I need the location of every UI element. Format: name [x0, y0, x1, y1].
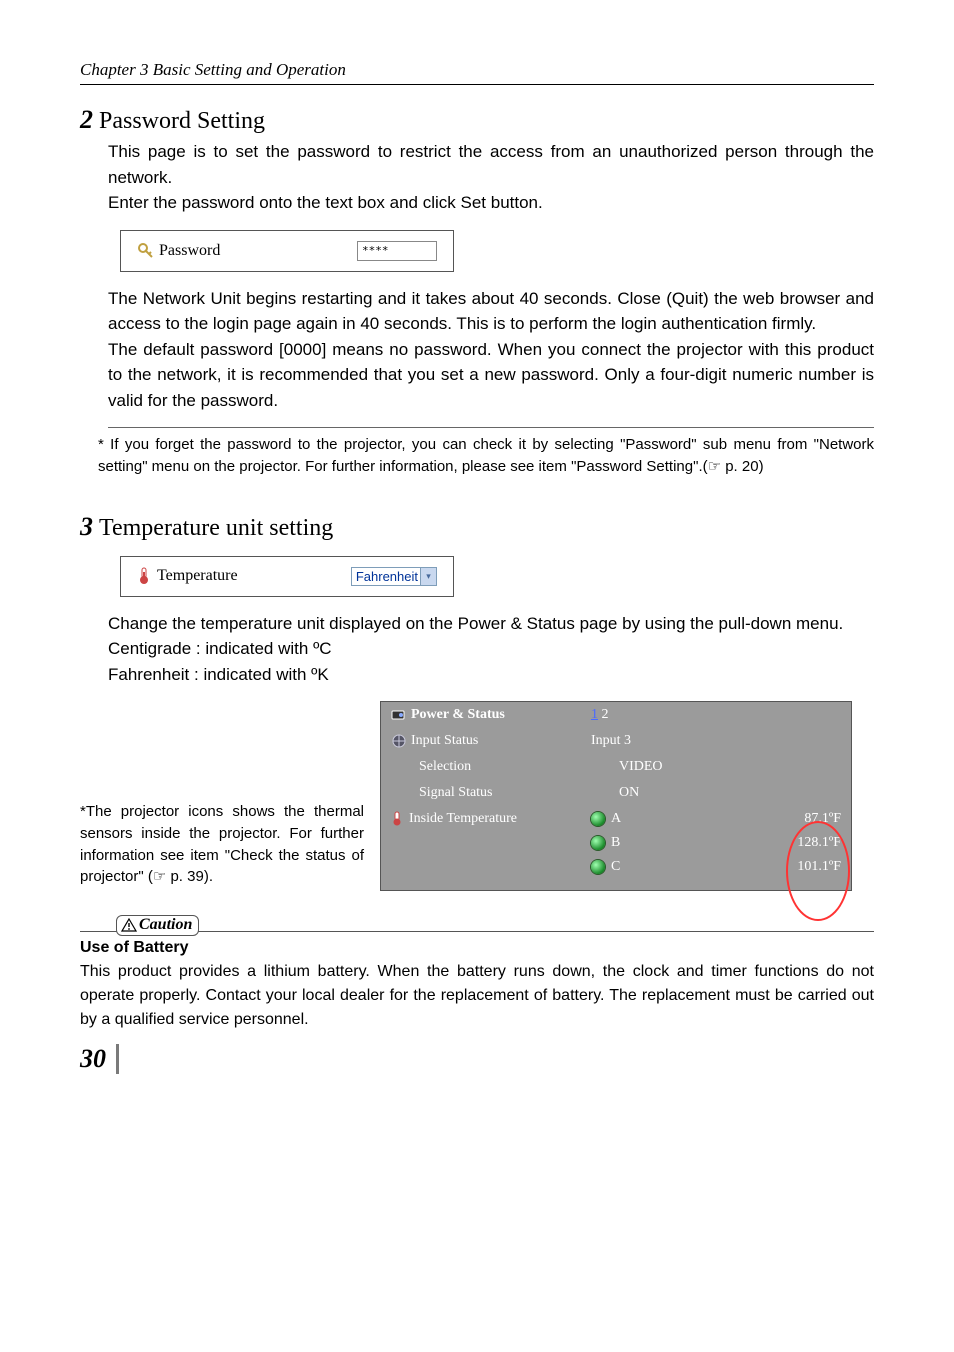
sensor-c-value: 101.1ºF	[771, 859, 841, 875]
section-2-p3: The Network Unit begins restarting and i…	[108, 286, 874, 337]
status-dot-icon	[591, 812, 605, 826]
section-2-p2: Enter the password onto the text box and…	[108, 190, 874, 216]
divider	[80, 931, 874, 932]
power-status-panel: Power & Status 1 2 Input Status Input 3 …	[380, 701, 852, 891]
selection-value: VIDEO	[619, 759, 759, 775]
section-3-p2: Centigrade : indicated with ºC	[108, 636, 874, 662]
status-dot-icon	[591, 860, 605, 874]
sensor-a-value: 87.1ºF	[771, 811, 841, 827]
inside-temp-label: Inside Temperature	[391, 811, 591, 827]
sensor-a-label: A	[611, 811, 621, 826]
temperature-label: Temperature	[137, 567, 238, 585]
caution-badge: Caution	[116, 915, 199, 936]
section-3-title: 3Temperature unit setting	[80, 512, 874, 542]
thermometer-icon	[391, 811, 405, 827]
set-button-label: Set	[460, 193, 486, 212]
chapter-header: Chapter 3 Basic Setting and Operation	[80, 60, 874, 85]
temperature-field-screenshot: Temperature Fahrenheit ▾	[120, 556, 454, 597]
sensor-c-label: C	[611, 859, 620, 874]
projector-icon	[391, 708, 407, 722]
input-status-label: Input Status	[391, 733, 591, 749]
thermometer-icon	[137, 567, 153, 585]
signal-status-label: Signal Status	[391, 785, 619, 801]
page-1-link[interactable]: 1	[591, 707, 598, 722]
key-icon	[137, 242, 155, 260]
selection-label: Selection	[391, 759, 619, 775]
password-label: Password	[137, 242, 220, 260]
section-3-number: 3	[80, 512, 93, 541]
signal-status-value: ON	[619, 785, 759, 801]
temperature-select[interactable]: Fahrenheit ▾	[351, 567, 437, 586]
divider	[108, 427, 874, 428]
panel-title: Power & Status	[391, 707, 591, 723]
globe-icon	[391, 734, 407, 748]
password-field-screenshot: Password	[120, 230, 454, 272]
password-footnote: * If you forget the password to the proj…	[98, 434, 874, 478]
chevron-down-icon: ▾	[420, 568, 436, 585]
warning-icon	[121, 918, 137, 932]
section-3-p1: Change the temperature unit displayed on…	[108, 611, 874, 637]
section-2-p4: The default password [0000] means no pas…	[108, 337, 874, 414]
battery-text: This product provides a lithium battery.…	[80, 960, 874, 1032]
section-2-title: 2Password Setting	[80, 105, 874, 135]
page-number: 30	[80, 1044, 119, 1074]
status-dot-icon	[591, 836, 605, 850]
battery-heading: Use of Battery	[80, 936, 874, 960]
input-status-value: Input 3	[591, 733, 731, 749]
sensor-b-value: 128.1ºF	[771, 835, 841, 851]
section-2-number: 2	[80, 105, 93, 134]
pager[interactable]: 1 2	[591, 707, 731, 723]
section-3-p3: Fahrenheit : indicated with ºK	[108, 662, 874, 688]
sensor-b-label: B	[611, 835, 620, 850]
password-input[interactable]	[357, 241, 437, 261]
section-2-p1: This page is to set the password to rest…	[108, 139, 874, 190]
projector-icons-note: *The projector icons shows the thermal s…	[80, 801, 364, 888]
